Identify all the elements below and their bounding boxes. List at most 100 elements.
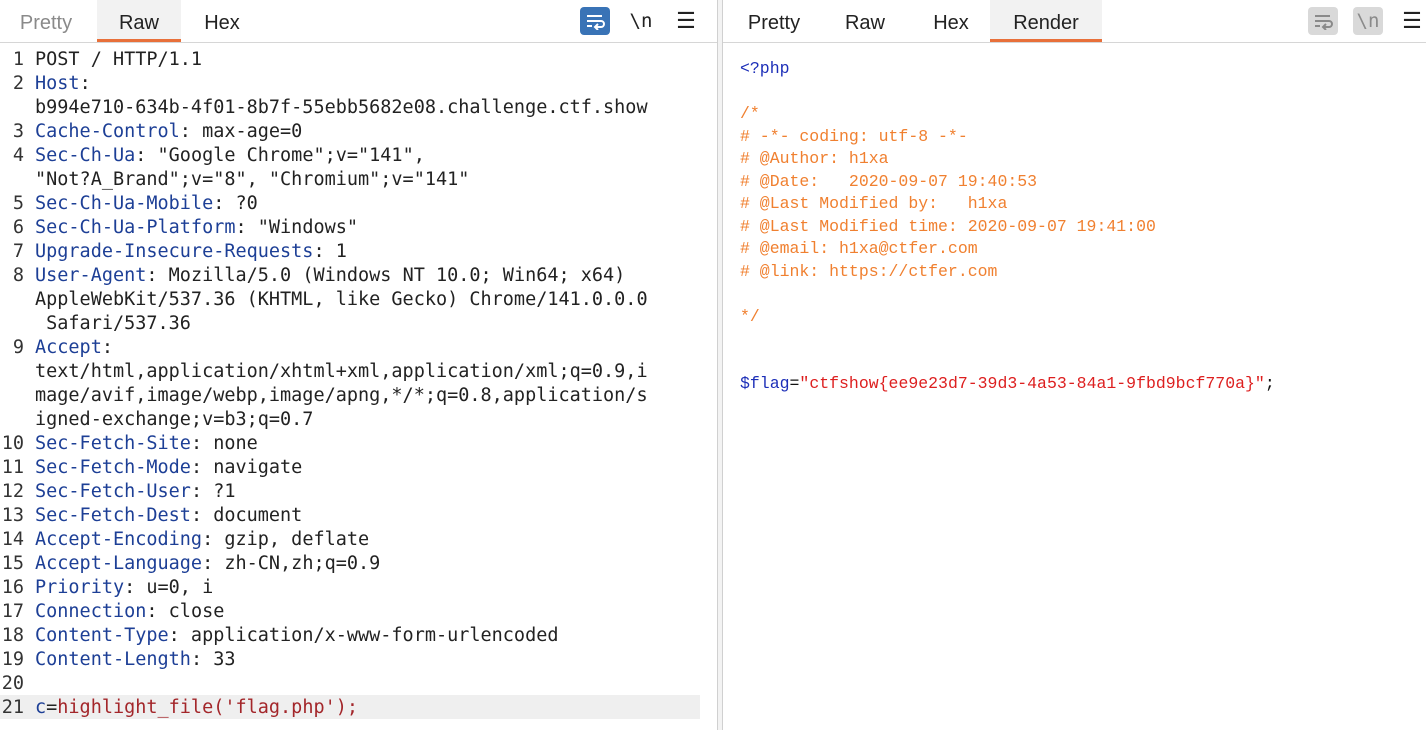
code-line: 3 Cache-Control: max-age=0 <box>0 119 717 143</box>
header-value: u=0, i <box>135 577 214 598</box>
php-comment-text: # @Last Modified by: h1xa <box>740 194 1008 213</box>
body-param-key: c <box>35 697 47 718</box>
header-value: gzip, deflate <box>213 529 370 550</box>
code-line: 17 Connection: close <box>0 599 717 623</box>
tab-raw[interactable]: Raw <box>97 0 181 42</box>
line-content: Content-Type: application/x-www-form-url… <box>35 623 559 649</box>
line-number: 7 <box>12 241 24 262</box>
header-colon: : <box>202 529 214 550</box>
body-param-value: highlight_file('flag.php'); <box>57 697 359 718</box>
line-content: Sec-Fetch-Mode: navigate <box>35 455 302 481</box>
wrap-lines-icon[interactable] <box>1308 7 1338 35</box>
line-number: 18 <box>1 625 24 646</box>
header-name: Accept <box>35 337 102 358</box>
code-line: 8 User-Agent: Mozilla/5.0 (Windows NT 10.… <box>0 263 717 287</box>
header-colon: : <box>146 265 158 286</box>
header-value: Mozilla/5.0 (Windows NT 10.0; Win64; x64… <box>157 265 626 286</box>
tab-pretty[interactable]: Pretty <box>733 0 815 42</box>
php-comment-text: */ <box>740 306 760 326</box>
line-content: Accept-Encoding: gzip, deflate <box>35 527 369 553</box>
php-comment-text: # -*- coding: utf-8 -*- <box>740 126 968 146</box>
code-line: 16 Priority: u=0, i <box>0 575 717 599</box>
line-content: Connection: close <box>35 599 224 625</box>
header-value: application/x-www-form-urlencoded <box>179 625 559 646</box>
wrap-lines-icon[interactable] <box>580 7 610 35</box>
render-line <box>740 283 1275 306</box>
raw-request-editor[interactable]: 1 POST / HTTP/1.1 2 Host: b994e710-634b-4f01… <box>0 47 717 719</box>
code-line-continuation: "Not?A_Brand";v="8", "Chromium";v="141" <box>0 167 717 191</box>
line-text: POST / HTTP/1.1 <box>35 49 203 70</box>
request-tabbar: Pretty Raw Hex \n ☰ <box>0 0 717 43</box>
code-line: 7 Upgrade-Insecure-Requests: 1 <box>0 239 717 263</box>
code-line-continuation: b994e710-634b-4f01-8b7f-55ebb5682e08.cha… <box>0 95 717 119</box>
request-panel: Pretty Raw Hex \n ☰ 1 POST / HTTP/1.1 2 Hos… <box>0 0 717 730</box>
php-comment-text: # @email: h1xa@ctfer.com <box>740 239 978 258</box>
render-line: # @Last Modified by: h1xa <box>740 193 1275 216</box>
code-line: 9 Accept: <box>0 335 717 359</box>
tab-raw[interactable]: Raw <box>833 0 897 42</box>
header-name: Host <box>35 73 80 94</box>
tab-render[interactable]: Render <box>990 0 1102 42</box>
tab-pretty[interactable]: Pretty <box>0 0 92 42</box>
code-line-continuation: Safari/537.36 <box>0 311 717 335</box>
code-line: 19 Content-Length: 33 <box>0 647 717 671</box>
header-name: Sec-Fetch-User <box>35 481 191 502</box>
header-colon: : <box>213 193 225 214</box>
header-value: ?1 <box>202 481 236 502</box>
hamburger-menu-icon[interactable]: ☰ <box>675 7 697 35</box>
code-line: 13 Sec-Fetch-Dest: document <box>0 503 717 527</box>
header-name: Connection <box>35 601 147 622</box>
php-punctuation: = <box>789 374 800 393</box>
code-line: 15 Accept-Language: zh-CN,zh;q=0.9 <box>0 551 717 575</box>
line-content: User-Agent: Mozilla/5.0 (Windows NT 10.0… <box>35 263 625 289</box>
tab-hex[interactable]: Hex <box>917 0 985 42</box>
header-name: User-Agent <box>35 265 147 286</box>
line-content: Sec-Ch-Ua-Mobile: ?0 <box>35 191 258 217</box>
line-number: 11 <box>1 457 24 478</box>
php-comment-text: # @Last Modified time: 2020-09-07 19:41:… <box>740 216 1156 236</box>
header-colon: : <box>190 481 203 502</box>
render-line: # -*- coding: utf-8 -*- <box>740 126 1275 149</box>
header-value: 33 <box>202 649 236 670</box>
line-number: 21 <box>1 697 24 718</box>
render-line <box>740 351 1275 374</box>
render-line: # @email: h1xa@ctfer.com <box>740 238 1275 261</box>
body-param-equals: = <box>46 697 58 718</box>
render-line: # @Last Modified time: 2020-09-07 19:41:… <box>740 216 1275 239</box>
line-content: Accept: <box>35 335 113 361</box>
line-number: 4 <box>12 145 24 166</box>
php-comment-text: # @Author: h1xa <box>740 149 889 168</box>
php-punctuation: ; <box>1264 374 1275 393</box>
header-colon: : <box>235 217 247 238</box>
render-line: # @Author: h1xa <box>740 148 1275 171</box>
code-line: 11 Sec-Fetch-Mode: navigate <box>0 455 717 479</box>
php-open-tag: <?php <box>740 59 790 78</box>
render-line: $flag="ctfshow{ee9e23d7-39d3-4a53-84a1-9… <box>740 373 1275 396</box>
line-number: 13 <box>1 505 24 526</box>
render-line: */ <box>740 306 1275 329</box>
hamburger-menu-icon[interactable]: ☰ <box>1401 7 1423 35</box>
header-name: Sec-Ch-Ua-Platform <box>35 217 236 238</box>
header-name: Cache-Control <box>35 121 180 142</box>
line-number: 5 <box>12 193 24 214</box>
header-name: Priority <box>35 577 125 598</box>
header-name: Content-Type <box>35 625 169 646</box>
render-line: /* <box>740 103 1275 126</box>
show-newlines-button[interactable]: \n <box>626 7 656 35</box>
tab-hex[interactable]: Hex <box>186 0 258 42</box>
render-line: # @link: https://ctfer.com <box>740 261 1275 284</box>
code-line: 14 Accept-Encoding: gzip, deflate <box>0 527 717 551</box>
header-name: Sec-Fetch-Dest <box>35 505 191 526</box>
header-colon: : <box>313 241 325 262</box>
header-name: Sec-Ch-Ua <box>35 145 136 166</box>
header-value: close <box>157 601 225 622</box>
line-number: 8 <box>12 265 24 286</box>
line-number: 6 <box>12 217 24 238</box>
show-newlines-button[interactable]: \n <box>1353 7 1383 35</box>
code-line: 21 c=highlight_file('flag.php'); <box>0 695 700 719</box>
render-line <box>740 81 1275 104</box>
code-line: 18 Content-Type: application/x-www-form-u… <box>0 623 717 647</box>
line-text: Safari/537.36 <box>35 313 191 334</box>
code-line: 4 Sec-Ch-Ua: "Google Chrome";v="141", <box>0 143 717 167</box>
code-line: 12 Sec-Fetch-User: ?1 <box>0 479 717 503</box>
